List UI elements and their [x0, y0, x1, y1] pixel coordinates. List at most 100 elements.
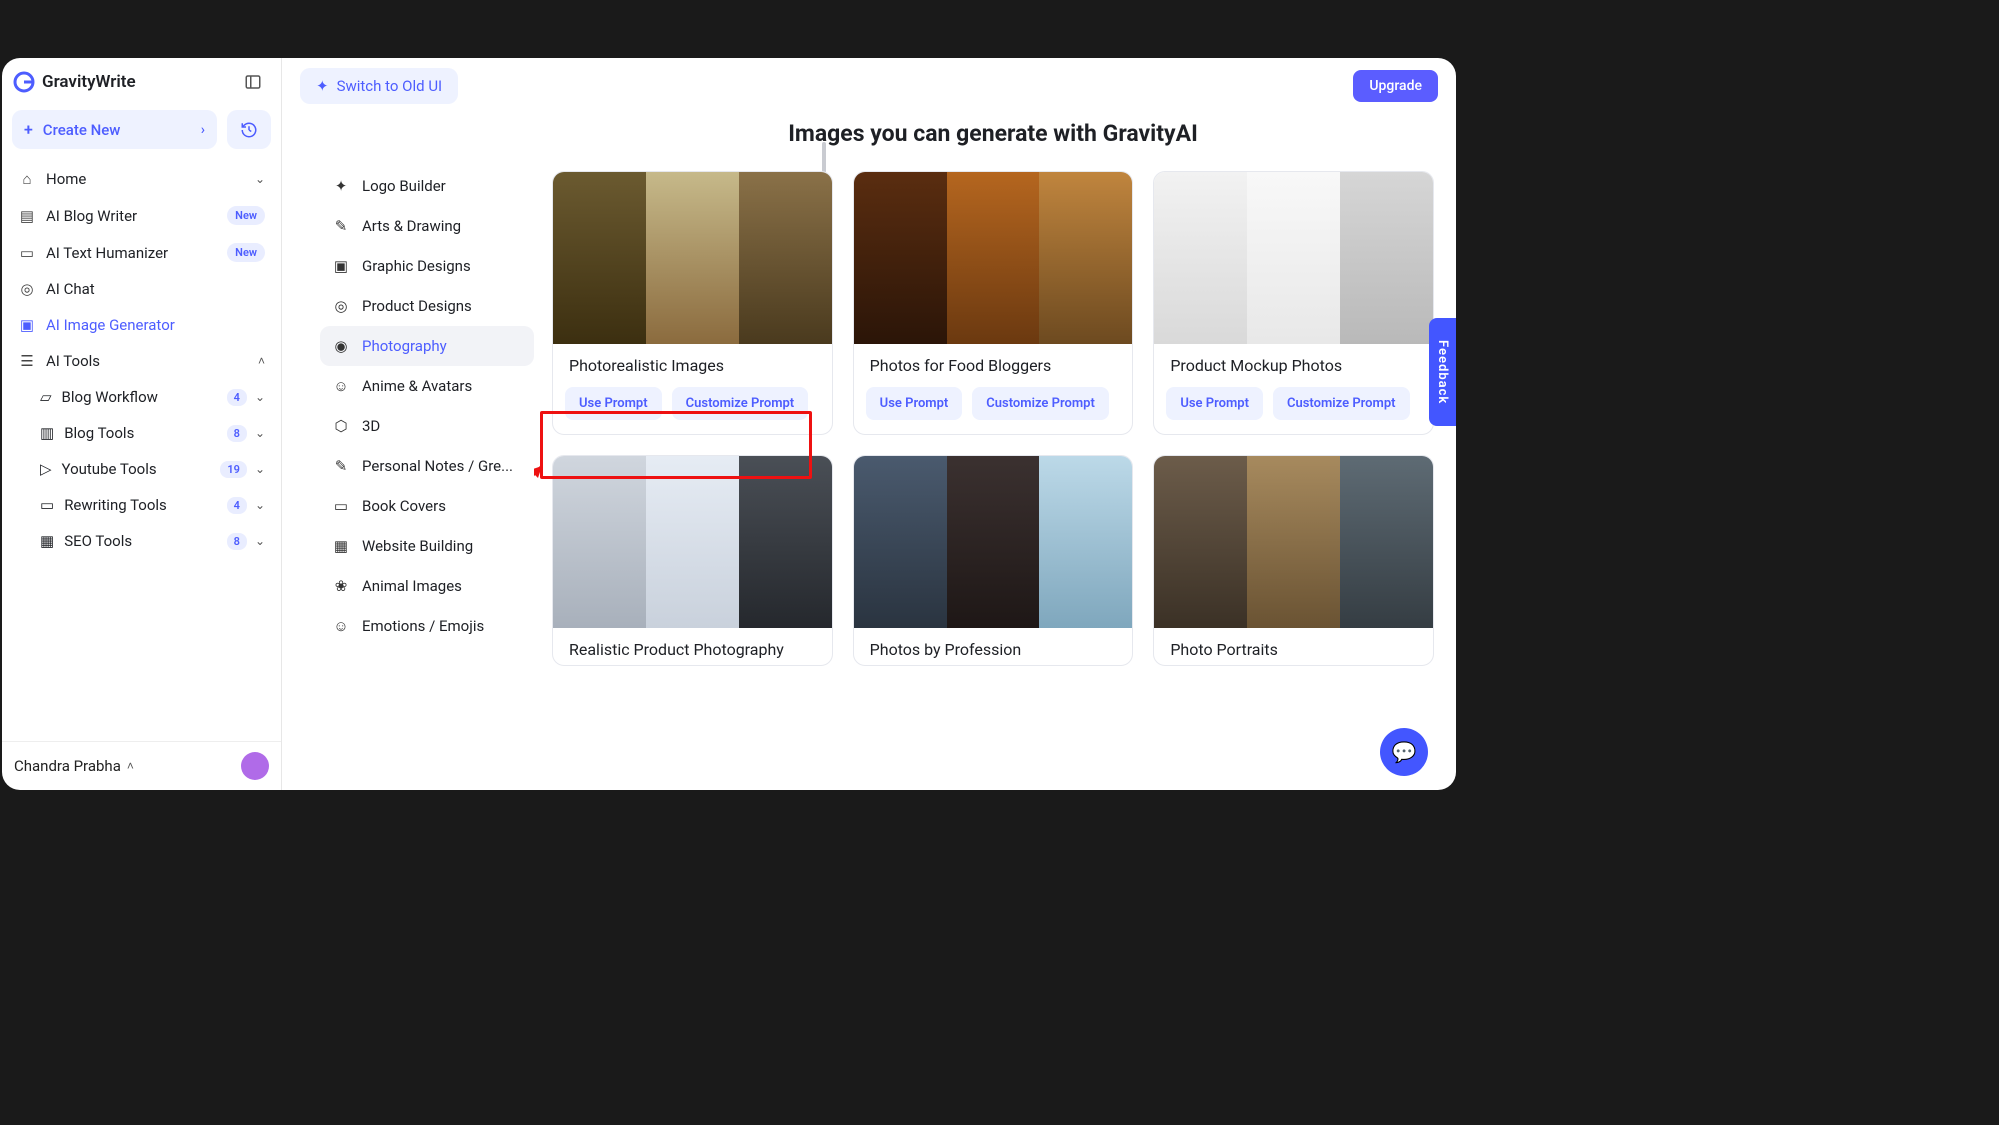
avatar-icon: ☺ [332, 377, 350, 395]
chevron-up-icon: ˄ [127, 759, 134, 773]
sidebar-item-text-humanizer[interactable]: ▭AI Text Humanizer New [8, 234, 275, 271]
card-thumbnail [1154, 456, 1433, 628]
card-product-mockup: Product Mockup Photos Use Prompt Customi… [1153, 171, 1434, 435]
cube-icon: ⬡ [332, 417, 350, 435]
card-photos-by-profession: Photos by Profession [853, 455, 1134, 666]
gallery-title: Images you can generate with GravityAI [552, 114, 1434, 171]
sidebar-footer: Chandra Prabha ˄ [2, 741, 281, 790]
card-realistic-product-photography: Realistic Product Photography [552, 455, 833, 666]
note-icon: ✎ [332, 457, 350, 475]
seo-icon: ▦ [40, 532, 54, 550]
new-badge: New [227, 206, 265, 225]
sidebar-header: GravityWrite [2, 58, 281, 104]
card-thumbnail [553, 456, 832, 628]
upgrade-button[interactable]: Upgrade [1353, 70, 1438, 102]
chevron-down-icon: ⌄ [255, 172, 265, 186]
sidebar-item-ai-tools[interactable]: ☰AI Tools ˄ [8, 343, 275, 379]
card-photorealistic-images: Photorealistic Images Use Prompt Customi… [552, 171, 833, 435]
switch-ui-button[interactable]: ✦ Switch to Old UI [300, 68, 458, 104]
rewrite-icon: ▭ [40, 496, 54, 514]
category-logo-builder[interactable]: ✦Logo Builder [320, 166, 534, 206]
sidebar-collapse-button[interactable] [239, 68, 267, 96]
use-prompt-button[interactable]: Use Prompt [1166, 387, 1263, 420]
sidebar-item-ai-chat[interactable]: ◎AI Chat [8, 271, 275, 307]
emoji-icon: ☺ [332, 617, 350, 635]
category-product-designs[interactable]: ◎Product Designs [320, 286, 534, 326]
plus-icon: + [24, 120, 33, 139]
chevron-right-icon: › [201, 122, 205, 138]
card-thumbnail [553, 172, 832, 344]
card-actions: Use Prompt Customize Prompt [553, 381, 832, 434]
annotation-arrow [534, 454, 554, 524]
camera-icon: ◉ [332, 337, 350, 355]
chevron-down-icon: ⌄ [255, 390, 265, 404]
customize-prompt-button[interactable]: Customize Prompt [672, 387, 809, 420]
sparkle-icon: ✦ [316, 77, 329, 95]
card-title: Photo Portraits [1154, 628, 1433, 665]
card-thumbnail [1154, 172, 1433, 344]
logo-icon [12, 70, 36, 94]
card-photo-portraits: Photo Portraits [1153, 455, 1434, 666]
chat-icon: ◎ [18, 280, 36, 298]
chevron-down-icon: ⌄ [255, 426, 265, 440]
chat-fab[interactable]: 💬 [1380, 728, 1428, 776]
home-icon: ⌂ [18, 170, 36, 188]
sidebar-item-seo-tools[interactable]: ▦SEO Tools 8⌄ [30, 523, 275, 559]
user-name: Chandra Prabha [14, 757, 121, 775]
chevron-down-icon: ⌄ [255, 534, 265, 548]
sidebar: GravityWrite + Create New › ⌂Home ⌄ [2, 58, 282, 790]
sidebar-item-rewriting-tools[interactable]: ▭Rewriting Tools 4⌄ [30, 487, 275, 523]
feedback-tab[interactable]: Feedback [1429, 318, 1456, 426]
customize-prompt-button[interactable]: Customize Prompt [972, 387, 1109, 420]
workflow-icon: ▱ [40, 388, 52, 406]
category-column: ✦Logo Builder ✎Arts & Drawing ▣Graphic D… [320, 114, 534, 790]
chevron-down-icon: ⌄ [255, 498, 265, 512]
web-icon: ▦ [332, 537, 350, 555]
topbar: ✦ Switch to Old UI Upgrade [282, 58, 1456, 114]
use-prompt-button[interactable]: Use Prompt [866, 387, 963, 420]
history-button[interactable] [227, 110, 271, 149]
create-new-button[interactable]: + Create New › [12, 110, 217, 149]
category-book-covers[interactable]: ▭Book Covers [320, 486, 534, 526]
gallery: Images you can generate with GravityAI P… [534, 114, 1456, 790]
sidebar-item-blog-tools[interactable]: ▥Blog Tools 8⌄ [30, 415, 275, 451]
chevron-up-icon: ˄ [258, 354, 265, 368]
create-row: + Create New › [2, 104, 281, 161]
brand-logo[interactable]: GravityWrite [12, 70, 136, 94]
content: ✦Logo Builder ✎Arts & Drawing ▣Graphic D… [282, 114, 1456, 790]
book-icon: ▭ [18, 244, 36, 262]
category-graphic-designs[interactable]: ▣Graphic Designs [320, 246, 534, 286]
avatar[interactable] [241, 752, 269, 780]
customize-prompt-button[interactable]: Customize Prompt [1273, 387, 1410, 420]
logo-icon: ✦ [332, 177, 350, 195]
switch-ui-label: Switch to Old UI [337, 77, 443, 95]
sidebar-item-youtube-tools: ▷Youtube Tools 19⌄ [30, 451, 275, 487]
category-emotions-emojis[interactable]: ☺Emotions / Emojis [320, 606, 534, 646]
card-title: Photorealistic Images [553, 344, 832, 381]
card-title: Photos for Food Bloggers [854, 344, 1133, 381]
use-prompt-button[interactable]: Use Prompt [565, 387, 662, 420]
category-website-building[interactable]: ▦Website Building [320, 526, 534, 566]
create-new-label: Create New [43, 121, 121, 139]
card-actions: Use Prompt Customize Prompt [854, 381, 1133, 434]
category-arts-drawing[interactable]: ✎Arts & Drawing [320, 206, 534, 246]
category-animal-images[interactable]: ❀Animal Images [320, 566, 534, 606]
user-menu[interactable]: Chandra Prabha ˄ [14, 757, 134, 775]
card-grid: Photorealistic Images Use Prompt Customi… [552, 171, 1434, 666]
document-icon: ▤ [18, 207, 36, 225]
category-personal-notes[interactable]: ✎Personal Notes / Gre... [320, 446, 534, 486]
sidebar-item-home[interactable]: ⌂Home ⌄ [8, 161, 275, 197]
paw-icon: ❀ [332, 577, 350, 595]
pencil-icon: ✎ [332, 217, 350, 235]
new-badge: New [227, 243, 265, 262]
sidebar-nav: ⌂Home ⌄ ▤AI Blog Writer New ▭AI Text Hum… [2, 161, 281, 559]
category-3d[interactable]: ⬡3D [320, 406, 534, 446]
sidebar-item-blog-writer[interactable]: ▤AI Blog Writer New [8, 197, 275, 234]
category-photography[interactable]: ◉Photography [320, 326, 534, 366]
card-title: Product Mockup Photos [1154, 344, 1433, 381]
sidebar-item-ai-image-generator[interactable]: ▣AI Image Generator [8, 307, 275, 343]
category-anime-avatars[interactable]: ☺Anime & Avatars [320, 366, 534, 406]
tools-icon: ☰ [18, 352, 36, 370]
chat-icon: 💬 [1392, 740, 1417, 764]
sidebar-item-blog-workflow[interactable]: ▱Blog Workflow 4⌄ [30, 379, 275, 415]
